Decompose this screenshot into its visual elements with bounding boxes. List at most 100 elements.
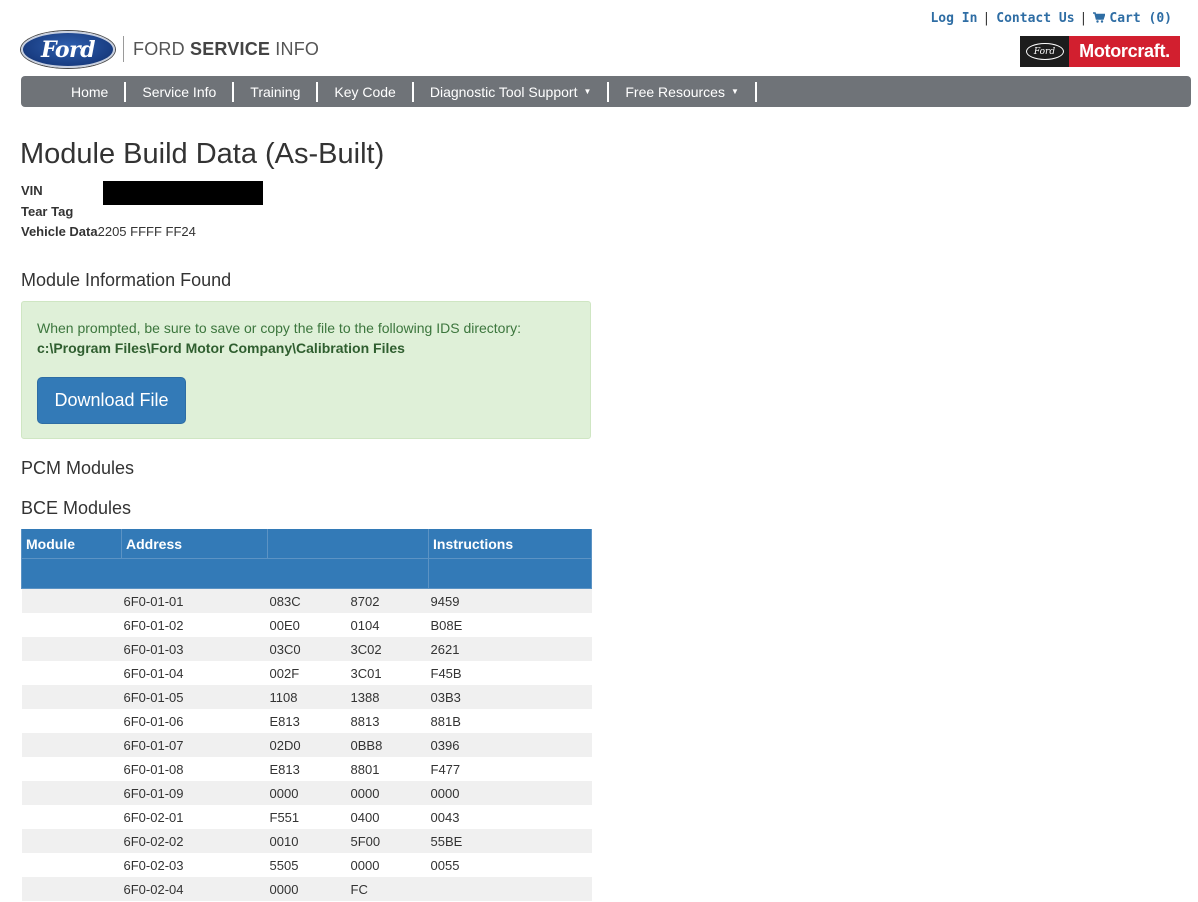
cell-value-3: 2621 (430, 641, 460, 657)
cell-value-1: 0010 (269, 833, 299, 849)
cell-value-1: 02D0 (269, 737, 301, 753)
cell-value-3: 9459 (430, 593, 460, 609)
cell-value-1: 0000 (269, 881, 299, 897)
login-link[interactable]: Log In (930, 11, 977, 26)
cell-address: 6F0-01-04 (123, 665, 184, 681)
nav-label: Service Info (142, 83, 217, 100)
table-row: 6F0-02-04 0000 FC (21, 877, 592, 901)
cell-address: 6F0-01-07 (123, 737, 184, 753)
cell-address: 6F0-02-01 (123, 809, 184, 825)
nav-training[interactable]: Training (234, 81, 319, 102)
cell-value-2: 8702 (350, 593, 380, 609)
cell-module (22, 589, 122, 614)
cell-value-2: 0BB8 (350, 737, 383, 753)
col-header-module: Module (21, 529, 122, 559)
cell-value-2: 5F00 (350, 833, 381, 849)
cell-address: 6F0-02-04 (123, 881, 184, 897)
col-header-instructions: Instructions (428, 529, 592, 559)
cell-value-3: 0000 (430, 785, 460, 801)
cell-value-2: 8813 (350, 713, 380, 729)
mini-ford-oval: Ford (1025, 43, 1064, 60)
subheader-blank (428, 558, 592, 589)
cell-address: 6F0-01-02 (123, 617, 184, 633)
bce-modules-table: Module Address Instructions 6F0-01-01 083… (21, 529, 592, 901)
cell-module (22, 781, 122, 805)
cell-value-1: E813 (269, 761, 300, 777)
table-row: 6F0-01-03 03C0 3C02 2621 (21, 637, 592, 661)
caret-down-icon: ▼ (730, 86, 739, 96)
cell-value-2: 0000 (350, 857, 380, 873)
bce-modules-heading: BCE Modules (21, 498, 132, 518)
motorcraft-logo[interactable]: Ford Motorcraft. (1020, 36, 1180, 67)
vin-value-redacted (103, 181, 263, 205)
cell-module (22, 613, 122, 637)
cell-module (22, 853, 122, 877)
top-utility-links: Log In | Contact Us | Cart (0) (930, 11, 1172, 26)
cell-value-1: 0000 (269, 785, 299, 801)
motorcraft-ford-badge: Ford (1020, 36, 1069, 67)
cell-value-1: F551 (269, 809, 300, 825)
table-row: 6F0-01-09 0000 0000 0000 (21, 781, 592, 805)
vehicle-data-value: 2205 FFFF FF24 (97, 224, 196, 239)
cell-value-3: 881B (430, 713, 461, 729)
nav-label: Key Code (334, 83, 396, 100)
table-body: 6F0-01-01 083C 8702 9459 6F0-01-02 00E0 0104 B0… (21, 588, 592, 901)
cell-value-3: 03B3 (430, 689, 461, 705)
cell-module (22, 877, 122, 901)
cell-value-1: 1108 (269, 689, 298, 705)
nav-label: Training (250, 83, 301, 100)
page-title: Module Build Data (As-Built) (20, 138, 385, 170)
cell-module (22, 709, 122, 733)
nav-key-code[interactable]: Key Code (318, 81, 414, 102)
cell-value-2: 0104 (350, 617, 380, 633)
ids-directory-path: c:\Program Files\Ford Motor Company\Cali… (37, 340, 405, 356)
pcm-modules-heading: PCM Modules (21, 458, 135, 478)
vehicle-data-label: Vehicle Data (21, 224, 98, 239)
nav-label: Free Resources (625, 83, 725, 100)
cell-value-1: 00E0 (269, 617, 300, 633)
cell-value-2: 3C02 (350, 641, 382, 657)
cell-value-3: F477 (430, 761, 461, 777)
cell-value-3: F45B (430, 665, 462, 681)
cell-value-3: B08E (430, 617, 463, 633)
ford-logo[interactable]: Ford (21, 31, 115, 68)
table-row: 6F0-02-02 0010 5F00 55BE (21, 829, 592, 853)
table-row: 6F0-01-08 E813 8801 F477 (21, 757, 592, 781)
cart-label: Cart (0) (1109, 11, 1172, 26)
site-name-bold: SERVICE (190, 39, 271, 59)
cell-value-1: 002F (269, 665, 300, 681)
nav-home[interactable]: Home (55, 81, 127, 102)
table-row: 6F0-02-01 F551 0400 0043 (21, 805, 592, 829)
cell-value-3 (429, 877, 592, 901)
caret-down-icon: ▼ (583, 86, 592, 96)
cell-value-2: 0400 (350, 809, 380, 825)
subheader-blank (21, 558, 429, 589)
table-row: 6F0-01-04 002F 3C01 F45B (21, 661, 592, 685)
nav-free-resources[interactable]: Free Resources ▼ (609, 81, 757, 102)
cell-address: 6F0-01-01 (123, 593, 184, 609)
bce-modules-table-wrapper: Module Address Instructions 6F0-01-01 083… (21, 529, 592, 901)
nav-diagnostic-tool-support[interactable]: Diagnostic Tool Support ▼ (414, 81, 610, 102)
cell-value-2: 1388 (350, 689, 380, 705)
download-file-button[interactable]: Download File (37, 377, 186, 424)
nav-label: Home (71, 83, 109, 100)
alert-message: When prompted, be sure to save or copy t… (37, 320, 522, 336)
cell-module (22, 757, 122, 781)
contact-us-link[interactable]: Contact Us (996, 11, 1074, 26)
nav-service-info[interactable]: Service Info (126, 81, 235, 102)
site-name-part: FORD (133, 39, 190, 59)
nav-label: Diagnostic Tool Support (429, 83, 578, 100)
cell-address: 6F0-02-03 (123, 857, 184, 873)
ford-logo-text: Ford (40, 36, 96, 63)
cell-value-2: 8801 (350, 761, 380, 777)
vin-label: VIN (21, 183, 43, 198)
cell-value-1: 03C0 (269, 641, 301, 657)
shopping-cart-icon (1093, 12, 1106, 23)
cell-value-1: 083C (269, 593, 301, 609)
cell-value-3: 0396 (430, 737, 460, 753)
cell-value-3: 0055 (430, 857, 460, 873)
motorcraft-wordmark: Motorcraft. (1069, 36, 1180, 67)
tear-tag-label: Tear Tag (21, 204, 74, 219)
cart-link[interactable]: Cart (0) (1093, 11, 1172, 26)
table-row: 6F0-01-01 083C 8702 9459 (21, 588, 592, 614)
